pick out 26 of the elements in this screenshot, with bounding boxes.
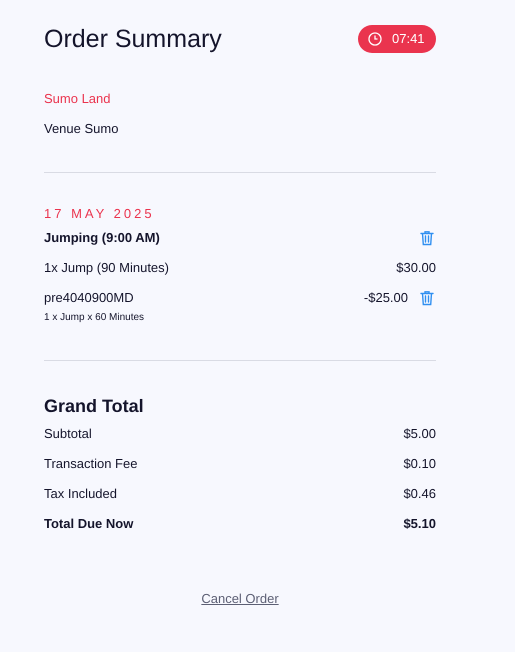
summary-amount: $5.00 bbox=[403, 425, 436, 444]
line-item-amount: -$25.00 bbox=[364, 289, 408, 308]
grand-total-title: Grand Total bbox=[44, 395, 145, 418]
page-title: Order Summary bbox=[44, 24, 222, 55]
booking-date: 17 MAY 2025 bbox=[44, 205, 156, 223]
trash-icon bbox=[420, 290, 434, 306]
summary-amount: $0.10 bbox=[403, 455, 436, 474]
line-item-label: 1x Jump (90 Minutes) bbox=[44, 259, 169, 278]
summary-amount: $0.46 bbox=[403, 485, 436, 504]
cancel-order-link[interactable]: Cancel Order bbox=[201, 589, 279, 608]
summary-label: Subtotal bbox=[44, 425, 92, 444]
line-item-note: 1 x Jump x 60 Minutes bbox=[44, 312, 146, 324]
venue-name: Sumo Land bbox=[44, 90, 112, 108]
timer-text: 07:41 bbox=[392, 30, 425, 48]
booking-title: Jumping (9:00 AM) bbox=[44, 229, 160, 248]
total-label: Total Due Now bbox=[44, 515, 134, 534]
line-item-label: pre4040900MD bbox=[44, 289, 134, 308]
venue-subtitle: Venue Sumo bbox=[44, 120, 120, 138]
clock-icon bbox=[368, 32, 382, 46]
trash-icon bbox=[420, 230, 434, 246]
total-amount: $5.10 bbox=[403, 515, 436, 534]
line-item-amount: $30.00 bbox=[396, 259, 436, 278]
summary-label: Tax Included bbox=[44, 485, 117, 504]
delete-button[interactable] bbox=[418, 289, 436, 307]
delete-button[interactable] bbox=[418, 229, 436, 247]
summary-label: Transaction Fee bbox=[44, 455, 138, 474]
